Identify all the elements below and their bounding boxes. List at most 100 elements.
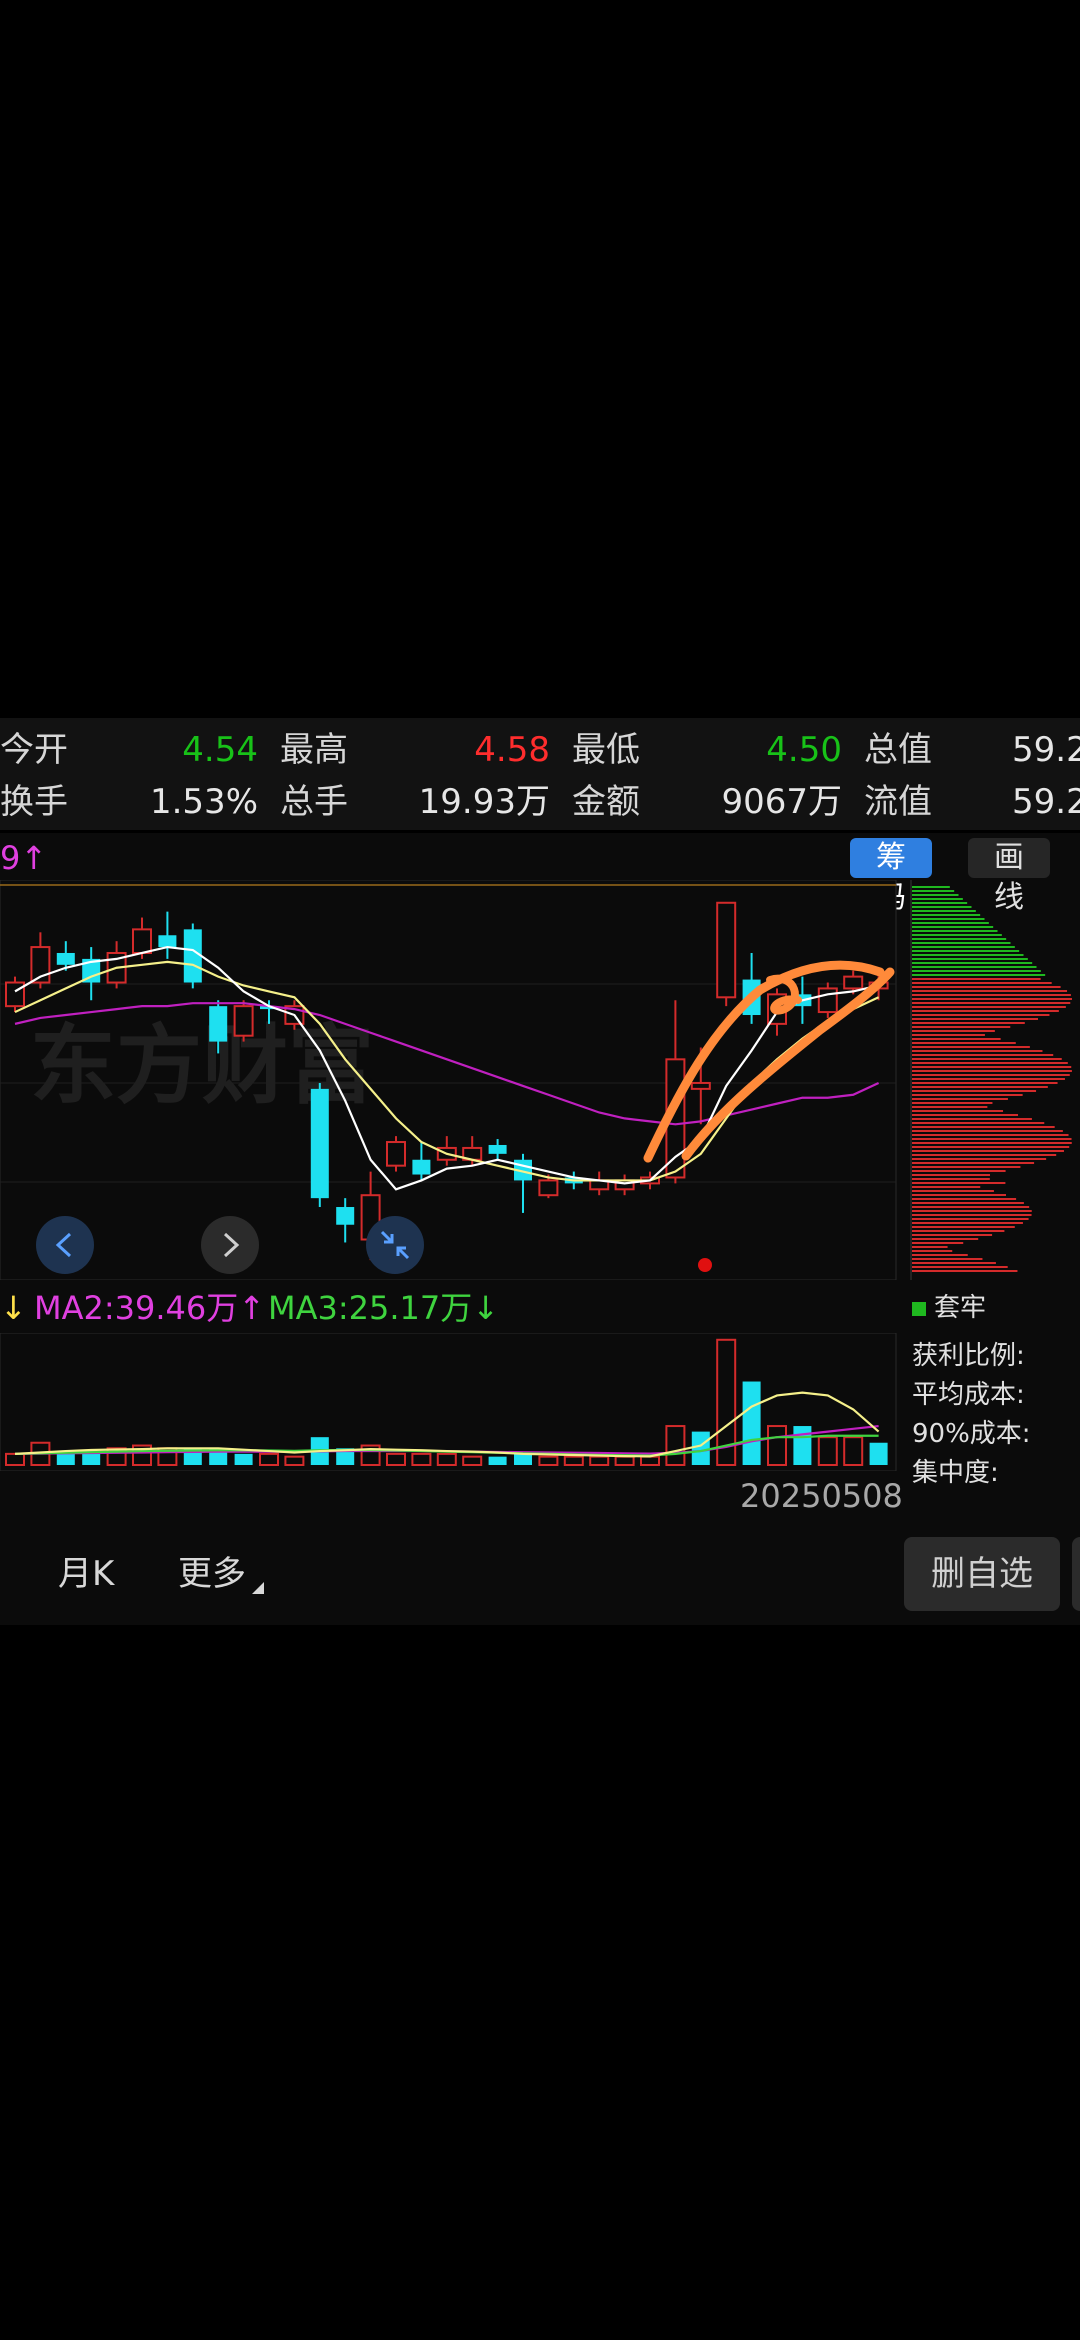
- chip-bar: [912, 1166, 1021, 1168]
- chevron-left-icon: [55, 1232, 72, 1258]
- volume-bar: [563, 1455, 584, 1467]
- chip-bar: [912, 1022, 1025, 1024]
- chip-bar: [912, 906, 972, 908]
- stat-label-total-value: 总值: [864, 730, 932, 770]
- chip-legend: 套牢: [912, 1290, 986, 1326]
- stat-value-low: 4.50: [766, 730, 842, 770]
- prev-button[interactable]: [36, 1216, 94, 1274]
- chip-bar: [912, 890, 955, 892]
- stat-label-total-volume: 总手: [280, 782, 348, 822]
- chip-bar: [912, 1258, 983, 1260]
- date-label: 20250508: [740, 1477, 903, 1515]
- chip-bar: [912, 1226, 1015, 1228]
- chip-bar: [912, 1050, 1043, 1052]
- volume-bar: [665, 1425, 686, 1466]
- zoom-button[interactable]: [366, 1216, 424, 1274]
- remove-watchlist-button[interactable]: 删自选: [904, 1537, 1060, 1611]
- candle-body: [690, 1081, 711, 1090]
- chip-bar: [912, 914, 981, 916]
- stat-value-high: 4.58: [474, 730, 550, 770]
- volume-bar: [691, 1431, 710, 1465]
- volume-bar: [488, 1456, 507, 1465]
- volume-bar: [817, 1436, 838, 1466]
- chip-bar: [912, 1266, 1008, 1268]
- tab-monthly-k[interactable]: 月K: [58, 1552, 114, 1596]
- tab-more[interactable]: 更多: [178, 1552, 246, 1596]
- chip-bar: [912, 894, 959, 896]
- ma2-label: MA2:39.46万↑: [34, 1289, 266, 1327]
- chip-bar: [912, 958, 1028, 960]
- chip-bar: [912, 1182, 1006, 1184]
- stat-label-turnover: 换手: [0, 782, 68, 822]
- chip-bar: [912, 1118, 1032, 1120]
- candle-body: [132, 928, 152, 954]
- chip-bar: [912, 1042, 1016, 1044]
- volume-bar: [386, 1452, 406, 1467]
- chip-profit-ratio: 获利比例:: [912, 1341, 1025, 1371]
- chip-bar: [912, 1262, 996, 1264]
- chip-bar: [912, 1150, 1064, 1152]
- chip-bar: [912, 1054, 1054, 1056]
- chip-bar: [912, 978, 1041, 980]
- edge-button[interactable]: [1072, 1537, 1080, 1611]
- volume-bar: [640, 1455, 660, 1467]
- candle-body: [209, 1006, 228, 1042]
- signal-dot: [698, 1258, 712, 1272]
- chip-bar: [912, 1218, 1029, 1220]
- volume-bar: [411, 1452, 432, 1467]
- chip-bar: [912, 1038, 1001, 1040]
- chip-bar: [912, 970, 1041, 972]
- chip-bar: [912, 1158, 1047, 1160]
- stat-value-float-value: 59.2: [1012, 782, 1080, 822]
- chip-bar: [912, 946, 1015, 948]
- legend-swatch: [912, 1301, 926, 1316]
- chip-bar: [912, 1066, 1072, 1068]
- chip-bar: [912, 1206, 1030, 1208]
- chip-bar: [912, 1250, 953, 1252]
- chip-legend-label: 套牢: [934, 1293, 987, 1323]
- chip-bar: [912, 1234, 993, 1236]
- chip-bar: [912, 1030, 995, 1032]
- stat-value-amount: 9067万: [721, 782, 842, 822]
- chip-bar: [912, 922, 989, 924]
- chip-bar: [912, 954, 1024, 956]
- chip-bar: [912, 1078, 1065, 1080]
- chip-bar: [912, 1094, 1023, 1096]
- chip-bar: [912, 1238, 979, 1240]
- kline-chart[interactable]: 东方财富: [0, 880, 900, 1280]
- chip-bar: [912, 1014, 1050, 1016]
- candle-body: [336, 1207, 355, 1225]
- volume-bar: [869, 1442, 888, 1465]
- chips-button[interactable]: 筹码: [850, 838, 932, 915]
- chip-bar: [912, 1126, 1055, 1128]
- stat-value-open: 4.54: [182, 730, 258, 770]
- chip-bar: [912, 1214, 1032, 1216]
- ma1-arrow: ↓: [0, 1289, 27, 1327]
- candle-body: [412, 1159, 431, 1175]
- volume-bar: [259, 1452, 279, 1467]
- chip-bar: [912, 1086, 1048, 1088]
- chip-bar: [912, 1018, 1038, 1020]
- volume-bar: [614, 1455, 635, 1467]
- next-button[interactable]: [201, 1216, 259, 1274]
- chip-bar: [912, 990, 1068, 992]
- chip-bar: [912, 1102, 993, 1104]
- chip-bar: [912, 1114, 1019, 1116]
- volume-chart[interactable]: [0, 1333, 900, 1471]
- chip-bar: [912, 962, 1033, 964]
- draw-line-button[interactable]: 画线: [968, 838, 1050, 915]
- chip-distribution-chart: [910, 880, 1072, 1280]
- chip-bar: [912, 1242, 964, 1244]
- chip-bar: [912, 1194, 1006, 1196]
- chip-bar: [912, 886, 950, 888]
- stat-label-float-value: 流值: [864, 782, 932, 822]
- volume-bar: [514, 1453, 532, 1465]
- stat-value-total-volume: 19.93万: [418, 782, 550, 822]
- chip-bar: [912, 950, 1020, 952]
- volume-bar: [5, 1452, 25, 1467]
- chip-bar: [912, 1138, 1072, 1140]
- chip-bar: [912, 1178, 990, 1180]
- candle-body: [310, 1088, 329, 1199]
- chip-bar: [912, 1122, 1045, 1124]
- chip-bar: [912, 1230, 1005, 1232]
